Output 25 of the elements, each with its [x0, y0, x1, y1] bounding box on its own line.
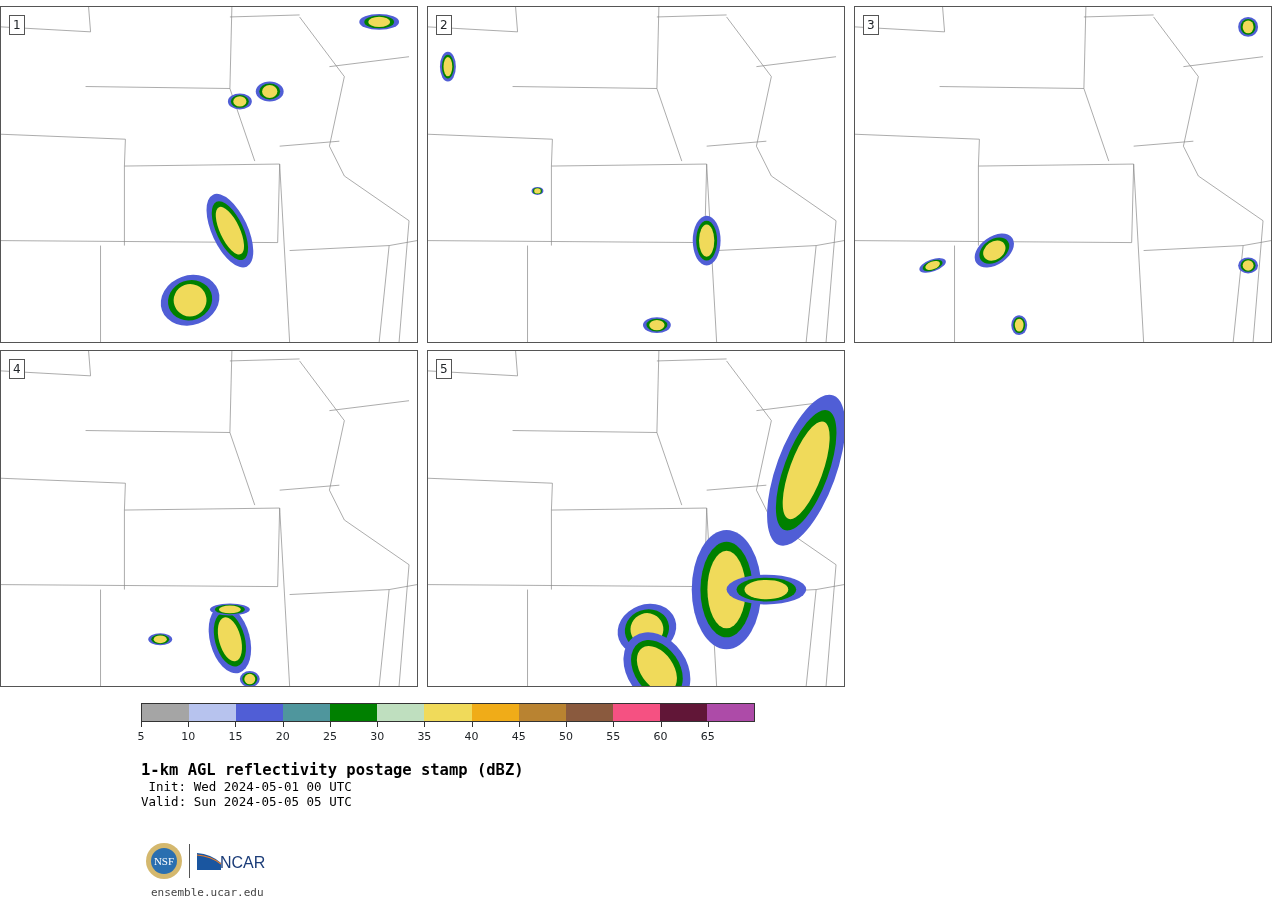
tick-label: 45	[511, 729, 526, 745]
tick-label: 60	[653, 729, 668, 745]
tick-label: 55	[606, 729, 621, 745]
tick-label: 50	[559, 729, 574, 745]
nsf-logo-text: NSF	[153, 855, 175, 867]
panel-number-label: 2	[436, 15, 452, 35]
panel-number-label: 1	[9, 15, 25, 35]
tick-label: 25	[322, 729, 337, 745]
tick-label: 30	[370, 729, 385, 745]
tick-label: 5	[137, 729, 145, 745]
tick-label: 40	[464, 729, 479, 745]
arc-icon	[196, 851, 222, 871]
panel-number-label: 5	[436, 359, 452, 379]
ncar-logo-text: NCAR	[220, 855, 266, 871]
tick-label: 35	[417, 729, 432, 745]
panel-number-label: 4	[9, 359, 25, 379]
valid-time-text: Valid: Sun 2024-05-05 05 UTC	[141, 794, 353, 809]
tick-label: 20	[275, 729, 290, 745]
init-time-text: Init: Wed 2024-05-01 00 UTC	[147, 779, 353, 794]
panel-number-label: 3	[863, 15, 879, 35]
tick-label: 10	[181, 729, 196, 745]
chart-title: 1-km AGL reflectivity postage stamp (dBZ)	[141, 761, 525, 779]
tick-label: 65	[700, 729, 715, 745]
tick-label: 15	[228, 729, 243, 745]
website-link[interactable]: ensemble.ucar.edu	[151, 885, 1280, 901]
